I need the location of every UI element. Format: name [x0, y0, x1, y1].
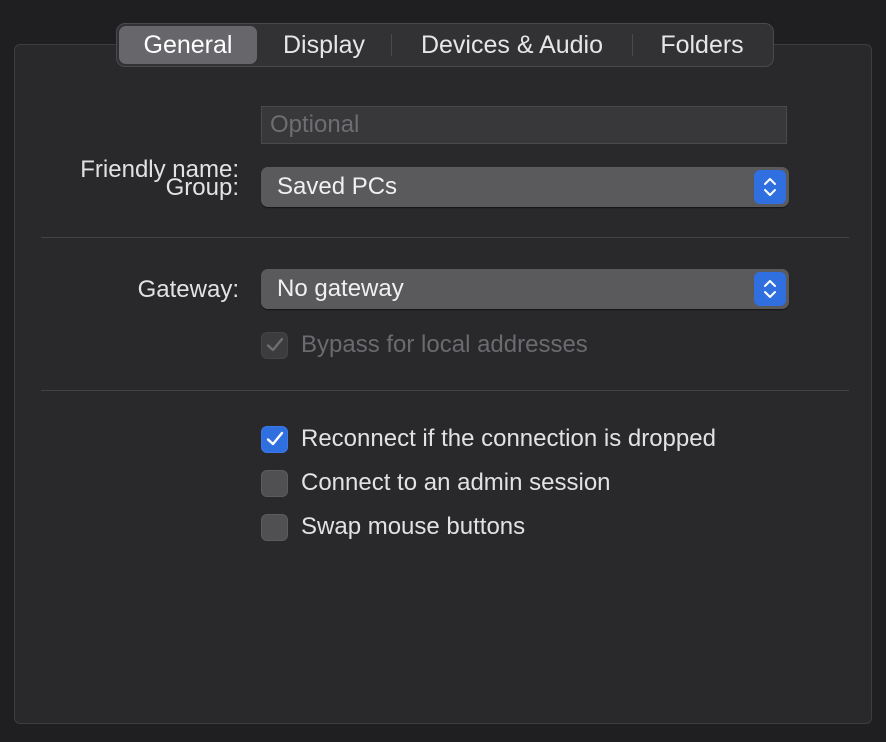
settings-panel: Friendly name: Group: Saved PCs Gateway:… [14, 44, 872, 724]
divider-1 [41, 237, 849, 238]
reconnect-label: Reconnect if the connection is dropped [301, 425, 716, 452]
chevron-up-down-icon [754, 170, 786, 204]
gateway-popup[interactable]: No gateway [261, 269, 789, 309]
bypass-local-checkbox [261, 331, 288, 359]
tab-bar: General Display Devices & Audio Folders [116, 23, 774, 67]
group-label: Group: [165, 174, 239, 201]
bypass-local-label: Bypass for local addresses [301, 331, 588, 358]
admin-session-checkbox[interactable] [261, 469, 288, 497]
swap-mouse-label: Swap mouse buttons [301, 513, 526, 540]
option-row-admin-session[interactable]: Connect to an admin session [261, 469, 611, 497]
option-row-reconnect[interactable]: Reconnect if the connection is dropped [261, 425, 716, 453]
chevron-up-down-icon [754, 272, 786, 306]
gateway-label: Gateway: [137, 276, 239, 303]
gateway-selected-value: No gateway [277, 275, 404, 302]
group-popup[interactable]: Saved PCs [261, 167, 789, 207]
divider-2 [41, 390, 849, 391]
checkmark-icon [266, 431, 283, 446]
reconnect-checkbox[interactable] [261, 425, 288, 453]
swap-mouse-checkbox[interactable] [261, 513, 288, 541]
option-row-swap-mouse[interactable]: Swap mouse buttons [261, 513, 525, 541]
friendly-name-input[interactable] [261, 106, 787, 144]
admin-session-label: Connect to an admin session [301, 469, 611, 496]
tab-devices-audio[interactable]: Devices & Audio [392, 26, 632, 64]
tab-folders[interactable]: Folders [633, 26, 771, 64]
bypass-local-checkbox-row: Bypass for local addresses [261, 331, 588, 359]
tab-display[interactable]: Display [257, 26, 391, 64]
checkmark-icon [266, 337, 283, 352]
tab-general[interactable]: General [119, 26, 257, 64]
group-selected-value: Saved PCs [277, 173, 398, 200]
